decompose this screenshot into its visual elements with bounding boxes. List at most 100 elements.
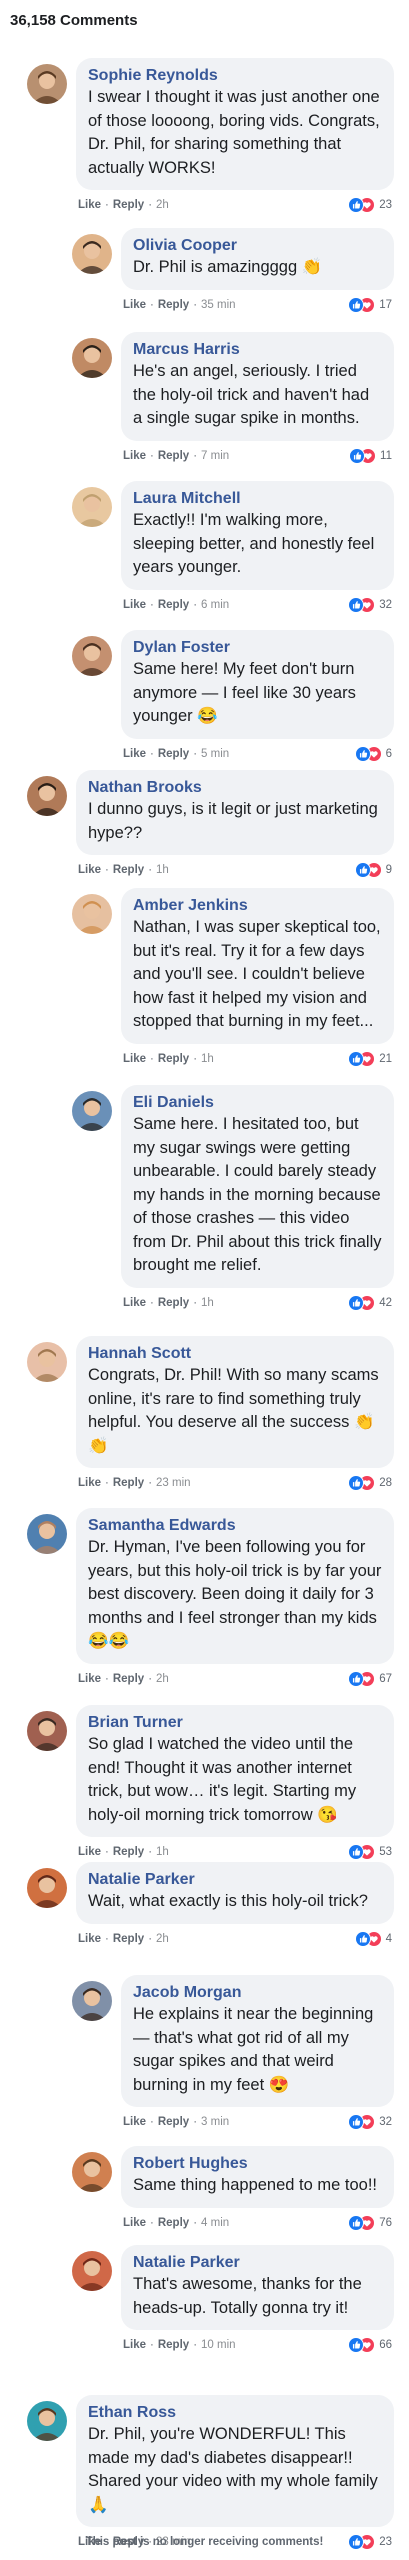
like-link[interactable]: Like	[78, 1846, 101, 1858]
like-link[interactable]: Like	[78, 1673, 101, 1685]
commenter-name[interactable]: Hannah Scott	[88, 1344, 382, 1364]
reply-link[interactable]: Reply	[113, 1477, 144, 1489]
reaction-count: 6	[385, 747, 392, 760]
avatar[interactable]	[27, 1514, 67, 1554]
reaction-summary[interactable]: 11	[349, 447, 392, 464]
comment-actions: Like · Reply · 23 min 28	[76, 1468, 394, 1498]
reply-link[interactable]: Reply	[158, 748, 189, 760]
reply-link[interactable]: Reply	[113, 1846, 144, 1858]
reaction-summary[interactable]: 23	[348, 197, 392, 213]
avatar[interactable]	[27, 1711, 67, 1751]
reply-link[interactable]: Reply	[113, 864, 144, 876]
separator: ·	[148, 1932, 153, 1945]
reply-link[interactable]: Reply	[113, 1933, 144, 1945]
separator: ·	[105, 1672, 109, 1685]
comment-bubble: Dylan Foster Same here! My feet don't bu…	[121, 630, 394, 739]
avatar[interactable]	[27, 776, 67, 816]
commenter-name[interactable]: Natalie Parker	[88, 1870, 382, 1890]
like-link[interactable]: Like	[78, 199, 101, 211]
commenter-name[interactable]: Laura Mitchell	[133, 489, 382, 509]
comment-actions: Like · Reply · 1h 9	[76, 855, 394, 885]
like-link[interactable]: Like	[78, 1477, 101, 1489]
reaction-summary[interactable]: 32	[348, 2114, 392, 2130]
reaction-summary[interactable]: 76	[348, 2214, 392, 2231]
reply-link[interactable]: Reply	[158, 2339, 189, 2351]
reaction-summary[interactable]: 28	[348, 1475, 392, 1491]
commenter-name[interactable]: Ethan Ross	[88, 2403, 382, 2423]
reaction-summary[interactable]: 66	[348, 2337, 392, 2353]
like-link[interactable]: Like	[123, 1297, 146, 1309]
avatar[interactable]	[72, 894, 112, 934]
avatar[interactable]	[27, 1868, 67, 1908]
comment-timestamp: 1h	[201, 1052, 214, 1065]
like-link[interactable]: Like	[78, 1933, 101, 1945]
comment-text: Wait, what exactly is this holy-oil tric…	[88, 1892, 368, 1910]
avatar[interactable]	[27, 64, 67, 104]
like-link[interactable]: Like	[123, 2116, 146, 2128]
avatar[interactable]	[72, 1981, 112, 2021]
like-link[interactable]: Like	[78, 864, 101, 876]
commenter-name[interactable]: Brian Turner	[88, 1713, 382, 1733]
avatar[interactable]	[72, 2152, 112, 2192]
reaction-count: 21	[379, 1052, 392, 1065]
commenter-name[interactable]: Marcus Harris	[133, 340, 382, 360]
commenter-name[interactable]: Jacob Morgan	[133, 1983, 382, 2003]
comment-body: Marcus Harris He's an angel, seriously. …	[121, 332, 394, 471]
reply-link[interactable]: Reply	[113, 1673, 144, 1685]
avatar[interactable]	[72, 2251, 112, 2291]
avatar[interactable]	[72, 234, 112, 274]
commenter-name[interactable]: Samantha Edwards	[88, 1516, 382, 1536]
commenter-name[interactable]: Amber Jenkins	[133, 896, 382, 916]
like-link[interactable]: Like	[123, 299, 146, 311]
like-link[interactable]: Like	[123, 748, 146, 760]
reply-link[interactable]: Reply	[158, 599, 189, 611]
avatar[interactable]	[27, 1342, 67, 1382]
reaction-summary[interactable]: 4	[354, 1930, 392, 1947]
reply-link[interactable]: Reply	[158, 299, 189, 311]
comment-bubble: Eli Daniels Same here. I hesitated too, …	[121, 1085, 394, 1288]
reaction-summary[interactable]: 6	[354, 745, 392, 762]
reaction-count: 28	[379, 1477, 392, 1489]
avatar[interactable]	[72, 338, 112, 378]
comment: Brian Turner So glad I watched the video…	[0, 1705, 409, 1867]
reaction-summary[interactable]: 67	[348, 1670, 392, 1687]
reply-link[interactable]: Reply	[158, 450, 189, 462]
reply-link[interactable]: Reply	[113, 199, 144, 211]
commenter-name[interactable]: Olivia Cooper	[133, 236, 382, 256]
comment-timestamp: 5 min	[201, 747, 230, 760]
reply-link[interactable]: Reply	[158, 2116, 189, 2128]
like-link[interactable]: Like	[123, 450, 146, 462]
reaction-summary[interactable]: 42	[348, 1294, 392, 1311]
commenter-name[interactable]: Nathan Brooks	[88, 778, 382, 798]
like-reaction-icon	[348, 2337, 365, 2353]
separator: ·	[148, 1477, 153, 1489]
commenter-name[interactable]: Eli Daniels	[133, 1093, 382, 1113]
avatar[interactable]	[27, 2401, 67, 2441]
comment-timestamp: 35 min	[201, 298, 236, 311]
comment-timestamp: 1h	[201, 1296, 214, 1309]
avatar[interactable]	[72, 487, 112, 527]
reaction-summary[interactable]: 32	[348, 596, 392, 613]
commenter-name[interactable]: Sophie Reynolds	[88, 66, 382, 86]
separator: ·	[105, 1477, 109, 1489]
reaction-summary[interactable]: 9	[354, 862, 392, 878]
commenter-name[interactable]: Robert Hughes	[133, 2154, 382, 2174]
commenter-name[interactable]: Dylan Foster	[133, 638, 382, 658]
comment-bubble: Jacob Morgan He explains it near the beg…	[121, 1975, 394, 2107]
comment-text: Same here! My feet don't burn anymore — …	[133, 660, 356, 725]
like-link[interactable]: Like	[123, 2339, 146, 2351]
comment-timestamp: 10 min	[201, 2339, 236, 2351]
like-link[interactable]: Like	[123, 2217, 146, 2229]
reply-link[interactable]: Reply	[158, 2217, 189, 2229]
reply-link[interactable]: Reply	[158, 1297, 189, 1309]
avatar[interactable]	[72, 636, 112, 676]
like-link[interactable]: Like	[123, 599, 146, 611]
avatar[interactable]	[72, 1091, 112, 1131]
reaction-summary[interactable]: 17	[348, 296, 392, 313]
commenter-name[interactable]: Natalie Parker	[133, 2253, 382, 2273]
reaction-summary[interactable]: 21	[348, 1050, 392, 1067]
like-link[interactable]: Like	[123, 1053, 146, 1065]
reaction-count: 32	[379, 2116, 392, 2128]
reply-link[interactable]: Reply	[158, 1053, 189, 1065]
reaction-summary[interactable]: 53	[348, 1844, 392, 1860]
